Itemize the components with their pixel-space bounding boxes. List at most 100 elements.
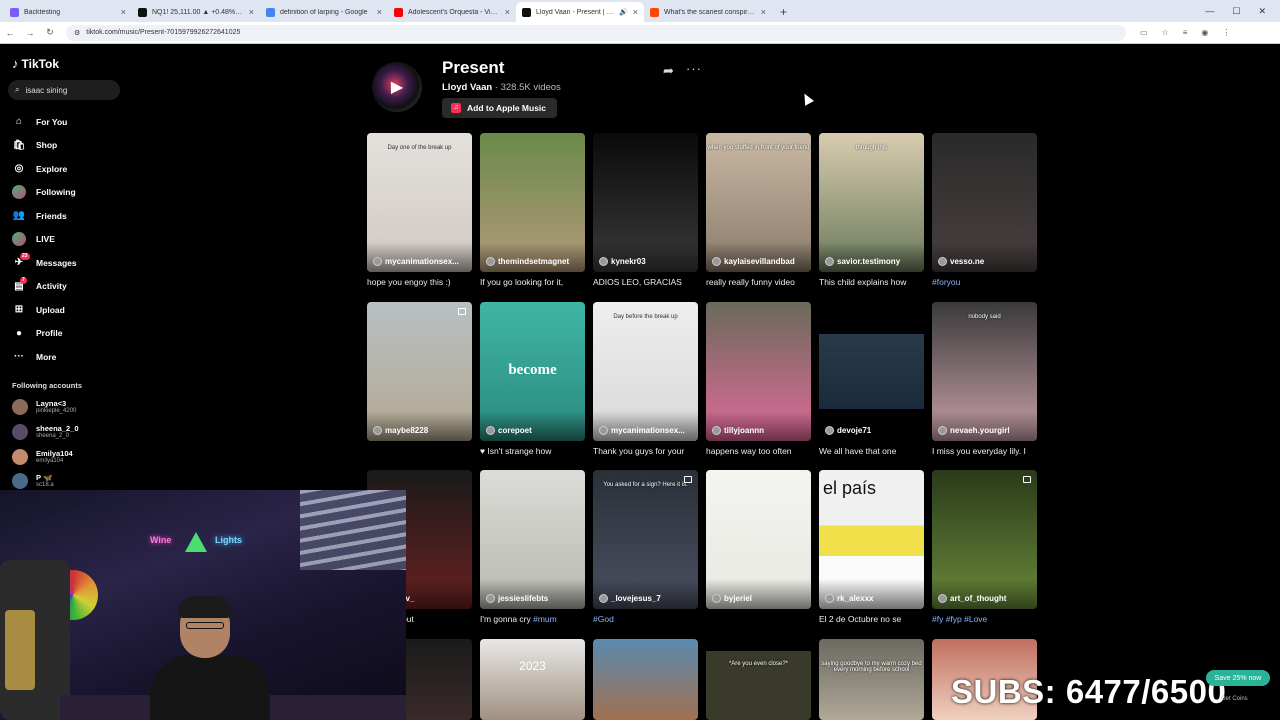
sidebar-item-profile[interactable]: ● Profile: [12, 322, 77, 346]
new-tab-icon[interactable]: +: [772, 2, 795, 22]
video-author[interactable]: mycanimationsex...: [373, 257, 459, 266]
caption-hashtag[interactable]: #foryou: [932, 277, 960, 287]
sidebar-item-explore[interactable]: ◎ Explore: [12, 157, 77, 181]
video-author[interactable]: mycanimationsex...: [599, 426, 685, 435]
video-card[interactable]: Day one of the break up mycanimationsex..…: [367, 133, 472, 287]
video-caption[interactable]: ADIOS LEO, GRACIAS: [593, 277, 698, 287]
sidebar-item-friends[interactable]: 👥 Friends: [12, 204, 77, 228]
browser-tab[interactable]: What's the scariest conspiracy ×: [644, 2, 772, 22]
video-thumbnail[interactable]: byjeriel: [706, 470, 811, 609]
caption-hashtag[interactable]: #fy #fyp #Love: [932, 614, 987, 624]
video-thumbnail[interactable]: when you stuffed in front of your friend…: [706, 133, 811, 272]
video-thumbnail[interactable]: Day one of the break up mycanimationsex..…: [367, 133, 472, 272]
video-caption[interactable]: I'm gonna cry #mum: [480, 614, 585, 624]
tab-close-icon[interactable]: ×: [121, 7, 126, 17]
tab-close-icon[interactable]: ×: [249, 7, 254, 17]
video-author[interactable]: savior.testimony: [825, 257, 900, 266]
profile-icon[interactable]: ◉: [1201, 28, 1208, 37]
minimize-icon[interactable]: —: [1205, 6, 1214, 16]
more-options-icon[interactable]: ···: [686, 61, 702, 76]
video-caption[interactable]: Thank you guys for your: [593, 446, 698, 456]
video-thumbnail[interactable]: saying goodbye to my warm cozy bed every…: [819, 639, 924, 720]
video-thumbnail[interactable]: [593, 639, 698, 720]
video-thumbnail[interactable]: art_of_thought: [932, 470, 1037, 609]
get-coins-link[interactable]: Get Coins: [1221, 696, 1248, 702]
video-card[interactable]: byjeriel: [706, 470, 811, 614]
video-thumbnail[interactable]: jessieslifebts: [480, 470, 585, 609]
video-author[interactable]: _lovejesus_7: [599, 594, 661, 603]
site-info-icon[interactable]: ⚙: [74, 29, 80, 37]
sidebar-item-following[interactable]: Following: [12, 181, 77, 205]
url-field[interactable]: ⚙ tiktok.com/music/Present-7015979926272…: [66, 24, 1126, 41]
sidebar-item-upload[interactable]: ⊞ Upload: [12, 298, 77, 322]
browser-tab[interactable]: NQ1! 25,111.00 ▲ +0.48% Unn ×: [132, 2, 260, 22]
video-thumbnail[interactable]: *Are you even close?*: [706, 639, 811, 720]
caption-hashtag[interactable]: #God: [593, 614, 614, 624]
tab-close-icon[interactable]: ×: [761, 7, 766, 17]
video-card[interactable]: when you stuffed in front of your friend…: [706, 133, 811, 287]
video-caption[interactable]: This child explains how: [819, 277, 924, 287]
video-card[interactable]: *Are you even close?*: [706, 639, 811, 720]
sidebar-item-more[interactable]: ··· More: [12, 345, 77, 369]
video-thumbnail[interactable]: tillyjoannn: [706, 302, 811, 441]
share-icon[interactable]: ➦: [663, 63, 674, 79]
sidebar-item-for-you[interactable]: ⌂ For You: [12, 110, 77, 134]
extensions-icon[interactable]: ≡: [1183, 28, 1188, 37]
video-thumbnail[interactable]: vesso.ne: [932, 133, 1037, 272]
add-to-apple-music-button[interactable]: ♫ Add to Apple Music: [442, 98, 557, 118]
video-caption[interactable]: hope you engoy this :): [367, 277, 472, 287]
video-card[interactable]: vesso.ne #foryou: [932, 133, 1037, 287]
video-thumbnail[interactable]: kynekr03: [593, 133, 698, 272]
video-author[interactable]: themindsetmagnet: [486, 257, 569, 266]
browser-tab[interactable]: Lloyd Vaan - Present | TikTo 🔊 ×: [516, 2, 644, 22]
video-card[interactable]: jessieslifebts I'm gonna cry #mum: [480, 470, 585, 624]
video-caption[interactable]: #fy #fyp #Love: [932, 614, 1037, 624]
video-author[interactable]: kynekr03: [599, 257, 646, 266]
browser-tab[interactable]: Adolescent's Orquesta - Virgen ×: [388, 2, 516, 22]
video-card[interactable]: [593, 639, 698, 720]
video-author[interactable]: maybe8228: [373, 426, 428, 435]
video-author[interactable]: corepoet: [486, 426, 532, 435]
video-card[interactable]: You asked for a sign? Here it is. _loveje…: [593, 470, 698, 624]
video-thumbnail[interactable]: You asked for a sign? Here it is. _loveje…: [593, 470, 698, 609]
sidebar-item-messages[interactable]: ✈ 23 Messages: [12, 251, 77, 275]
back-icon[interactable]: ←: [0, 28, 20, 38]
video-card[interactable]: become corepoet ♥ Isn't strange how: [480, 302, 585, 456]
tab-close-icon[interactable]: ×: [633, 7, 638, 17]
artist-name[interactable]: Lloyd Vaan: [442, 82, 492, 93]
video-caption[interactable]: happens way too often: [706, 446, 811, 456]
video-caption[interactable]: El 2 de Octubre no se: [819, 614, 924, 624]
save-promo-button[interactable]: Save 25% now: [1206, 670, 1270, 686]
sidebar-item-shop[interactable]: 🛍 Shop: [12, 134, 77, 158]
video-thumbnail[interactable]: maybe8228: [367, 302, 472, 441]
cast-icon[interactable]: ▭: [1140, 28, 1148, 37]
video-author[interactable]: byjeriel: [712, 594, 752, 603]
following-account[interactable]: Layna<3 pinkieple_4200: [12, 399, 76, 415]
tab-close-icon[interactable]: ×: [377, 7, 382, 17]
video-thumbnail[interactable]: nobody said nevaeh.yourgirl: [932, 302, 1037, 441]
sound-cover-play-button[interactable]: ▶: [372, 62, 422, 112]
video-card[interactable]: 2023: [480, 639, 585, 720]
video-card[interactable]: maybe8228: [367, 302, 472, 446]
tiktok-logo[interactable]: ♪ TikTok: [12, 56, 59, 71]
video-thumbnail[interactable]: 2023: [480, 639, 585, 720]
video-thumbnail[interactable]: devoje71: [819, 302, 924, 441]
bookmark-star-icon[interactable]: ☆: [1162, 28, 1169, 37]
video-caption[interactable]: If you go looking for it,: [480, 277, 585, 287]
tab-audio-icon[interactable]: 🔊: [619, 8, 628, 16]
video-card[interactable]: kynekr03 ADIOS LEO, GRACIAS: [593, 133, 698, 287]
video-card[interactable]: through this savior.testimony This child e…: [819, 133, 924, 287]
following-account[interactable]: sheena_2_0 sheena_2_0: [12, 424, 79, 440]
video-card[interactable]: devoje71 We all have that one: [819, 302, 924, 456]
video-author[interactable]: kaylaisevillandbad: [712, 257, 795, 266]
reload-icon[interactable]: ↻: [40, 27, 60, 38]
sidebar-item-activity[interactable]: ▤ 7 Activity: [12, 275, 77, 299]
video-author[interactable]: art_of_thought: [938, 594, 1006, 603]
video-thumbnail[interactable]: el país rk_alexxx: [819, 470, 924, 609]
video-thumbnail[interactable]: themindsetmagnet: [480, 133, 585, 272]
video-thumbnail[interactable]: Day before the break up mycanimationsex..…: [593, 302, 698, 441]
video-author[interactable]: nevaeh.yourgirl: [938, 426, 1010, 435]
video-author[interactable]: rk_alexxx: [825, 594, 873, 603]
video-card[interactable]: art_of_thought #fy #fyp #Love: [932, 470, 1037, 624]
video-caption[interactable]: #foryou: [932, 277, 1037, 287]
